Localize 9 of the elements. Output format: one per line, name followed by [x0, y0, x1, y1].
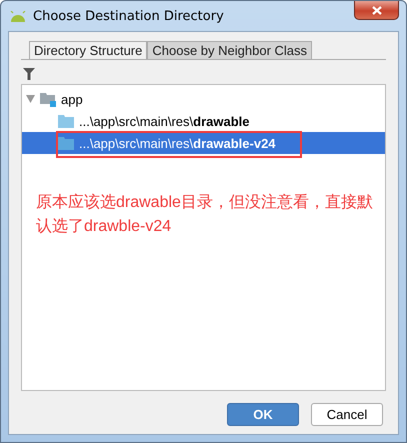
annotation-text: 原本应该选drawable目录，但没注意看，直接默认选了drawble-v24: [36, 192, 374, 237]
tree-item[interactable]: app: [22, 88, 385, 110]
tree-item[interactable]: ...\app\src\main\res\drawable-v24: [22, 132, 385, 154]
ok-button[interactable]: OK: [227, 403, 299, 426]
window-title: Choose Destination Directory: [33, 8, 224, 24]
tree-item[interactable]: ...\app\src\main\res\drawable: [22, 110, 385, 132]
tab[interactable]: Directory Structure: [29, 41, 148, 59]
tab[interactable]: Choose by Neighbor Class: [147, 41, 312, 59]
cancel-button[interactable]: Cancel: [311, 403, 383, 426]
